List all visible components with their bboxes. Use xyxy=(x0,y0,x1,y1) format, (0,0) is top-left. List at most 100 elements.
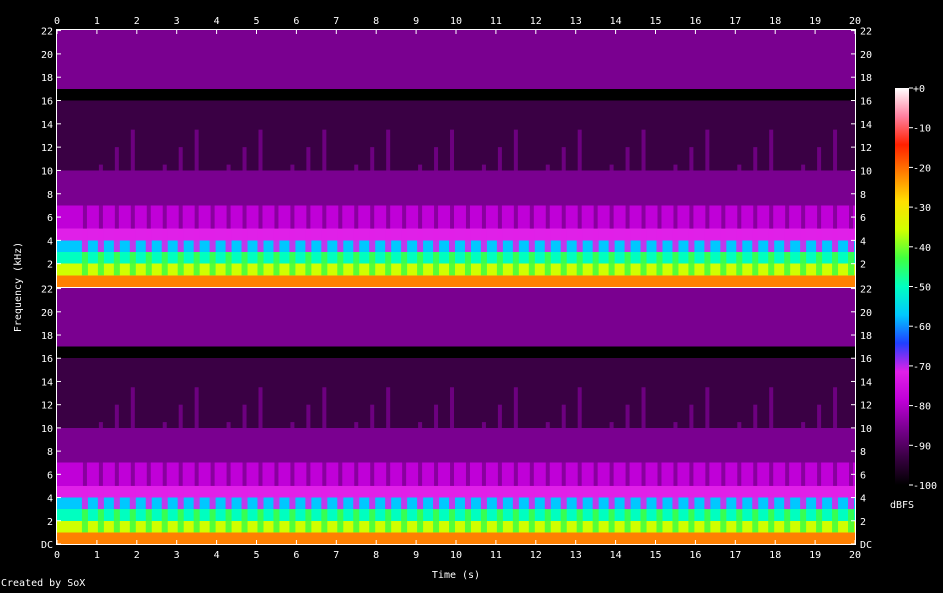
burst-mark-upper xyxy=(513,387,518,486)
burst-mark-upper xyxy=(434,147,439,229)
colorbar-tick-label: -90 xyxy=(913,441,931,452)
burst-mark-mid xyxy=(289,228,296,253)
burst-mark-upper xyxy=(833,129,838,229)
channel-2-y-tick-label-right: 20 xyxy=(860,308,872,319)
burst-mark-mid xyxy=(592,228,599,253)
burst-mark-upper xyxy=(657,182,662,229)
burst-mark-mid xyxy=(401,485,408,510)
burst-mark-upper xyxy=(130,129,135,229)
channel-1-y-tick-label-right: 16 xyxy=(860,97,872,108)
burst-mark-upper xyxy=(162,164,167,229)
burst-mark-mid xyxy=(496,228,503,253)
burst-mark-mid xyxy=(624,228,631,253)
burst-mark-low xyxy=(624,509,631,533)
burst-mark-upper xyxy=(593,182,598,229)
burst-mark-mid xyxy=(225,485,232,510)
channel-2-y-tick-label-right: 6 xyxy=(860,470,866,481)
burst-mark-upper xyxy=(849,439,854,486)
x-tick-label-top: 0 xyxy=(54,16,60,27)
burst-mark-mid xyxy=(656,228,663,253)
colorbar-tick-label: -40 xyxy=(913,243,931,254)
channel-2-y-tick-label-right: 12 xyxy=(860,401,872,412)
x-tick-label-bottom: 0 xyxy=(54,550,60,561)
burst-mark-mid xyxy=(576,228,583,253)
channel-2-y-tick-label-left: 10 xyxy=(41,424,53,435)
burst-mark-mid xyxy=(704,485,711,510)
burst-mark-low xyxy=(401,252,408,276)
burst-mark-low xyxy=(417,252,424,276)
channel-2-y-tick-label-right: 2 xyxy=(860,517,866,528)
x-tick-label-top: 5 xyxy=(253,16,259,27)
burst-mark-upper xyxy=(162,422,167,486)
burst-mark-low xyxy=(512,252,519,276)
burst-mark-low xyxy=(800,252,807,276)
burst-mark-low xyxy=(720,252,727,276)
burst-mark-low xyxy=(800,509,807,533)
channel-1-y-tick-label-left: 4 xyxy=(47,236,53,247)
burst-mark-upper xyxy=(545,164,550,229)
channel-1-y-tick-label-right: 22 xyxy=(860,27,872,38)
burst-mark-mid xyxy=(640,228,647,253)
burst-mark-low xyxy=(337,252,344,276)
channel-2-y-tick-label-left: 18 xyxy=(41,331,53,342)
burst-mark-low xyxy=(241,252,248,276)
burst-mark-upper xyxy=(306,147,311,229)
burst-mark-low xyxy=(193,252,200,276)
burst-mark-mid xyxy=(688,485,695,510)
channel-1-y-tick-label-left: 10 xyxy=(41,166,53,177)
burst-mark-low xyxy=(449,509,456,533)
burst-mark-low xyxy=(496,509,503,533)
burst-mark-upper xyxy=(529,439,534,486)
burst-mark-mid xyxy=(113,485,120,510)
burst-mark-upper xyxy=(673,422,678,486)
burst-mark-mid xyxy=(369,228,376,253)
burst-mark-mid xyxy=(113,228,120,253)
burst-mark-mid xyxy=(800,228,807,253)
burst-mark-low xyxy=(449,252,456,276)
colorbar: +0 -10 -20 -30 -40 -50 -60 -70 -80 -90 -100 dBFS xyxy=(890,84,937,511)
burst-mark-mid xyxy=(480,485,487,510)
channel-1-y-tick-label-left: 18 xyxy=(41,73,53,84)
x-tick-label-bottom: 10 xyxy=(450,550,462,561)
burst-mark-upper xyxy=(226,164,231,229)
channel-2-y-tick-label-left: 20 xyxy=(41,308,53,319)
burst-mark-low xyxy=(656,509,663,533)
burst-mark-mid xyxy=(528,485,535,510)
x-tick-label-bottom: 20 xyxy=(849,550,861,561)
burst-mark-low xyxy=(480,252,487,276)
burst-mark-low xyxy=(257,252,264,276)
burst-mark-mid xyxy=(528,228,535,253)
x-tick-label-bottom: 7 xyxy=(333,550,339,561)
x-tick-label-top: 6 xyxy=(293,16,299,27)
burst-mark-low xyxy=(305,509,312,533)
burst-mark-low xyxy=(720,509,727,533)
burst-mark-low xyxy=(656,252,663,276)
burst-mark-upper xyxy=(817,404,822,486)
burst-mark-upper xyxy=(753,404,758,486)
burst-mark-low xyxy=(528,252,535,276)
x-tick-label-bottom: 2 xyxy=(134,550,140,561)
burst-mark-upper xyxy=(258,387,263,486)
x-tick-label-top: 9 xyxy=(413,16,419,27)
burst-mark-mid xyxy=(241,228,248,253)
burst-mark-low xyxy=(321,509,328,533)
burst-mark-low xyxy=(145,509,152,533)
burst-mark-mid xyxy=(129,228,136,253)
x-tick-label-top: 11 xyxy=(490,16,502,27)
burst-mark-upper xyxy=(130,387,135,486)
burst-mark-mid xyxy=(576,485,583,510)
burst-mark-upper xyxy=(418,422,423,486)
x-tick-label-bottom: 16 xyxy=(689,550,701,561)
burst-mark-mid xyxy=(592,485,599,510)
burst-mark-upper xyxy=(641,387,646,486)
burst-mark-low xyxy=(257,509,264,533)
burst-mark-mid xyxy=(161,228,168,253)
burst-mark-mid xyxy=(784,485,791,510)
burst-mark-upper xyxy=(769,387,774,486)
burst-mark-upper xyxy=(114,404,119,486)
burst-mark-mid xyxy=(768,228,775,253)
burst-mark-upper xyxy=(338,182,343,229)
x-tick-label-top: 18 xyxy=(769,16,781,27)
burst-mark-low xyxy=(736,252,743,276)
burst-mark-mid xyxy=(672,228,679,253)
